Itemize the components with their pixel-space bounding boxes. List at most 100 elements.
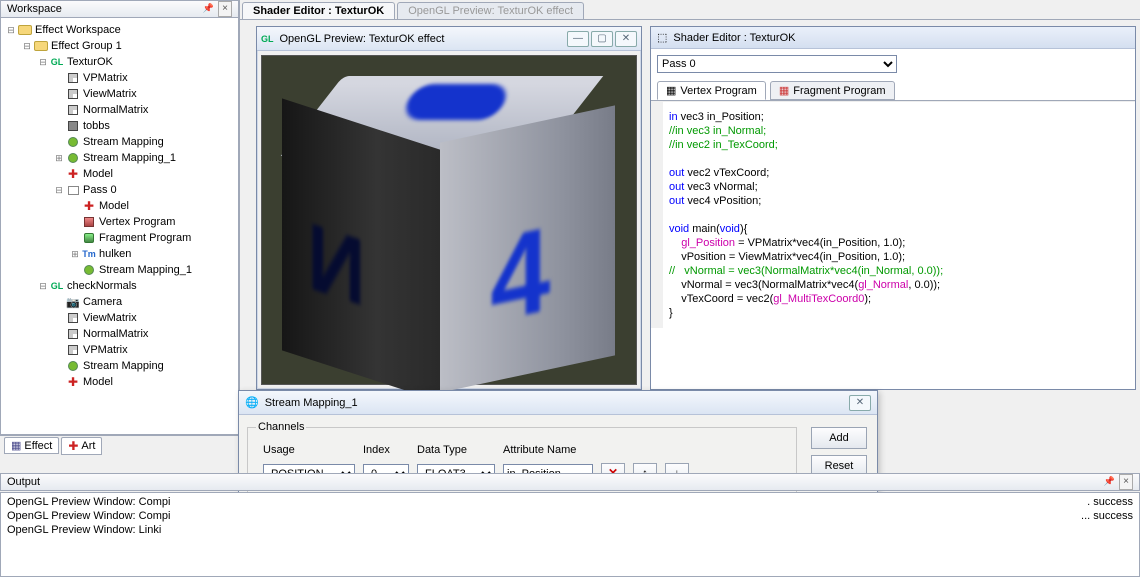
dialog-titlebar[interactable]: 🌐 Stream Mapping_1 ✕ bbox=[239, 391, 877, 415]
cam-icon: 📷 bbox=[65, 295, 81, 309]
tree-item[interactable]: ViewMatrix bbox=[1, 86, 238, 102]
tab-effect[interactable]: ▦Effect bbox=[4, 437, 59, 454]
shader-tabs: ▦Vertex Program ▦Fragment Program bbox=[651, 79, 1135, 101]
tree-item[interactable]: ✚Model bbox=[1, 166, 238, 182]
expand-icon[interactable]: ⊞ bbox=[53, 153, 65, 164]
texture-glyph-4: 4 bbox=[490, 200, 550, 351]
tree-label: VPMatrix bbox=[83, 72, 128, 84]
tab-shader-editor[interactable]: Shader Editor : TexturOK bbox=[242, 2, 395, 19]
col-dtype: Data Type bbox=[416, 443, 496, 456]
grid-icon bbox=[65, 103, 81, 117]
expand-icon[interactable]: ⊟ bbox=[5, 25, 17, 36]
tree-label: hulken bbox=[99, 248, 131, 260]
close-icon[interactable]: ✕ bbox=[615, 31, 637, 47]
tree-item[interactable]: ⊟Pass 0 bbox=[1, 182, 238, 198]
tree-item[interactable]: Vertex Program bbox=[1, 214, 238, 230]
tree-label: ViewMatrix bbox=[83, 88, 137, 100]
grid-icon bbox=[65, 71, 81, 85]
expand-icon[interactable]: ⊟ bbox=[37, 57, 49, 68]
pin-icon[interactable]: 📌 bbox=[1104, 474, 1115, 490]
tree-label: TexturOK bbox=[67, 56, 113, 68]
tree-item[interactable]: ⊟ Effect Group 1 bbox=[1, 38, 238, 54]
tree-item[interactable]: ⊞Tmhulken bbox=[1, 246, 238, 262]
tree-item[interactable]: 📷Camera bbox=[1, 294, 238, 310]
globe-icon: 🌐 bbox=[245, 396, 259, 409]
pin-icon[interactable]: 📌 bbox=[203, 1, 214, 17]
minimize-icon[interactable]: — bbox=[567, 31, 589, 47]
tree-item[interactable]: NormalMatrix bbox=[1, 326, 238, 342]
tab-fragment-program[interactable]: ▦Fragment Program bbox=[770, 81, 895, 100]
tree-label: Effect Group 1 bbox=[51, 40, 122, 52]
col-index: Index bbox=[362, 443, 410, 456]
tree-label: Fragment Program bbox=[99, 232, 191, 244]
tab-gl-preview[interactable]: OpenGL Preview: TexturOK effect bbox=[397, 2, 584, 19]
workspace-tabs: ▦Effect ✚Art bbox=[0, 435, 239, 455]
tree-item[interactable]: ⊞Stream Mapping_1 bbox=[1, 150, 238, 166]
tree-item[interactable]: Fragment Program bbox=[1, 230, 238, 246]
pass-selector[interactable]: Pass 0 bbox=[657, 55, 897, 73]
expand-icon[interactable]: ⊟ bbox=[21, 41, 33, 52]
grid-icon bbox=[65, 87, 81, 101]
shader-titlebar[interactable]: ⬚ Shader Editor : TexturOK bbox=[651, 27, 1135, 49]
tree-item[interactable]: ViewMatrix bbox=[1, 310, 238, 326]
globe-icon bbox=[65, 135, 81, 149]
workspace-tree[interactable]: ⊟Effect Workspace⊟Effect Group 1⊟GLTextu… bbox=[0, 18, 239, 435]
col-usage: Usage bbox=[262, 443, 356, 456]
tree-item[interactable]: ✚Model bbox=[1, 374, 238, 390]
folder-icon bbox=[33, 39, 49, 53]
gl-icon: GL bbox=[49, 279, 65, 293]
vertex-icon: ▦ bbox=[666, 84, 676, 97]
tree-label: Vertex Program bbox=[99, 216, 175, 228]
gl-icon: GL bbox=[261, 34, 274, 44]
tree-label: ViewMatrix bbox=[83, 312, 137, 324]
add-button[interactable]: Add bbox=[811, 427, 867, 449]
gl-icon: GL bbox=[49, 55, 65, 69]
tree-item[interactable]: NormalMatrix bbox=[1, 102, 238, 118]
workspace-title: Workspace bbox=[7, 2, 62, 16]
shader-title: Shader Editor : TexturOK bbox=[673, 32, 795, 44]
gl-titlebar[interactable]: GL OpenGL Preview: TexturOK effect — ▢ ✕ bbox=[257, 27, 641, 51]
globe-icon bbox=[65, 151, 81, 165]
channels-legend: Channels bbox=[256, 421, 306, 433]
close-icon[interactable]: ✕ bbox=[849, 395, 871, 411]
tree-item[interactable]: Stream Mapping bbox=[1, 358, 238, 374]
tab-art[interactable]: ✚Art bbox=[61, 437, 102, 455]
tree-item[interactable]: ⊟GLcheckNormals bbox=[1, 278, 238, 294]
pass-icon bbox=[65, 183, 81, 197]
tab-vertex-program[interactable]: ▦Vertex Program bbox=[657, 81, 766, 100]
tree-label: Camera bbox=[83, 296, 122, 308]
grid-icon bbox=[65, 311, 81, 325]
tree-label: NormalMatrix bbox=[83, 328, 148, 340]
code-editor[interactable]: in vec3 in_Position;//in vec3 in_Normal;… bbox=[651, 101, 1135, 328]
expand-icon[interactable]: ⊞ bbox=[69, 249, 81, 260]
document-tabs: Shader Editor : TexturOK OpenGL Preview:… bbox=[240, 0, 1140, 20]
grid-icon bbox=[65, 343, 81, 357]
tree-item[interactable]: Stream Mapping_1 bbox=[1, 262, 238, 278]
tree-item[interactable]: ⊟GLTexturOK bbox=[1, 54, 238, 70]
tree-label: tobbs bbox=[83, 120, 110, 132]
tree-item[interactable]: ⊟Effect Workspace bbox=[1, 22, 238, 38]
tree-item[interactable]: ✚Model bbox=[1, 198, 238, 214]
globe-icon bbox=[81, 263, 97, 277]
shader-icon: ⬚ bbox=[657, 31, 667, 44]
shader-editor-window: ⬚ Shader Editor : TexturOK Pass 0 ▦Verte… bbox=[650, 26, 1136, 390]
expand-icon[interactable]: ⊟ bbox=[37, 281, 49, 292]
tree-item[interactable]: tobbs bbox=[1, 118, 238, 134]
gl-viewport[interactable]: 4 N bbox=[261, 55, 637, 385]
expand-icon[interactable]: ⊟ bbox=[53, 185, 65, 196]
vert-icon bbox=[81, 215, 97, 229]
maximize-icon[interactable]: ▢ bbox=[591, 31, 613, 47]
close-icon[interactable]: × bbox=[218, 1, 232, 17]
tree-item[interactable]: Stream Mapping bbox=[1, 134, 238, 150]
output-titlebar: Output 📌 × bbox=[0, 473, 1140, 491]
output-log[interactable]: OpenGL Preview Window: CompiOpenGL Previ… bbox=[0, 492, 1140, 577]
tree-label: Model bbox=[99, 200, 129, 212]
tree-label: NormalMatrix bbox=[83, 104, 148, 116]
close-icon[interactable]: × bbox=[1119, 474, 1133, 490]
frag-icon bbox=[81, 231, 97, 245]
tree-label: checkNormals bbox=[67, 280, 137, 292]
workspace-titlebar: Workspace 📌 × bbox=[0, 0, 239, 18]
tree-item[interactable]: VPMatrix bbox=[1, 342, 238, 358]
tree-item[interactable]: VPMatrix bbox=[1, 70, 238, 86]
model-icon: ✚ bbox=[81, 199, 97, 213]
